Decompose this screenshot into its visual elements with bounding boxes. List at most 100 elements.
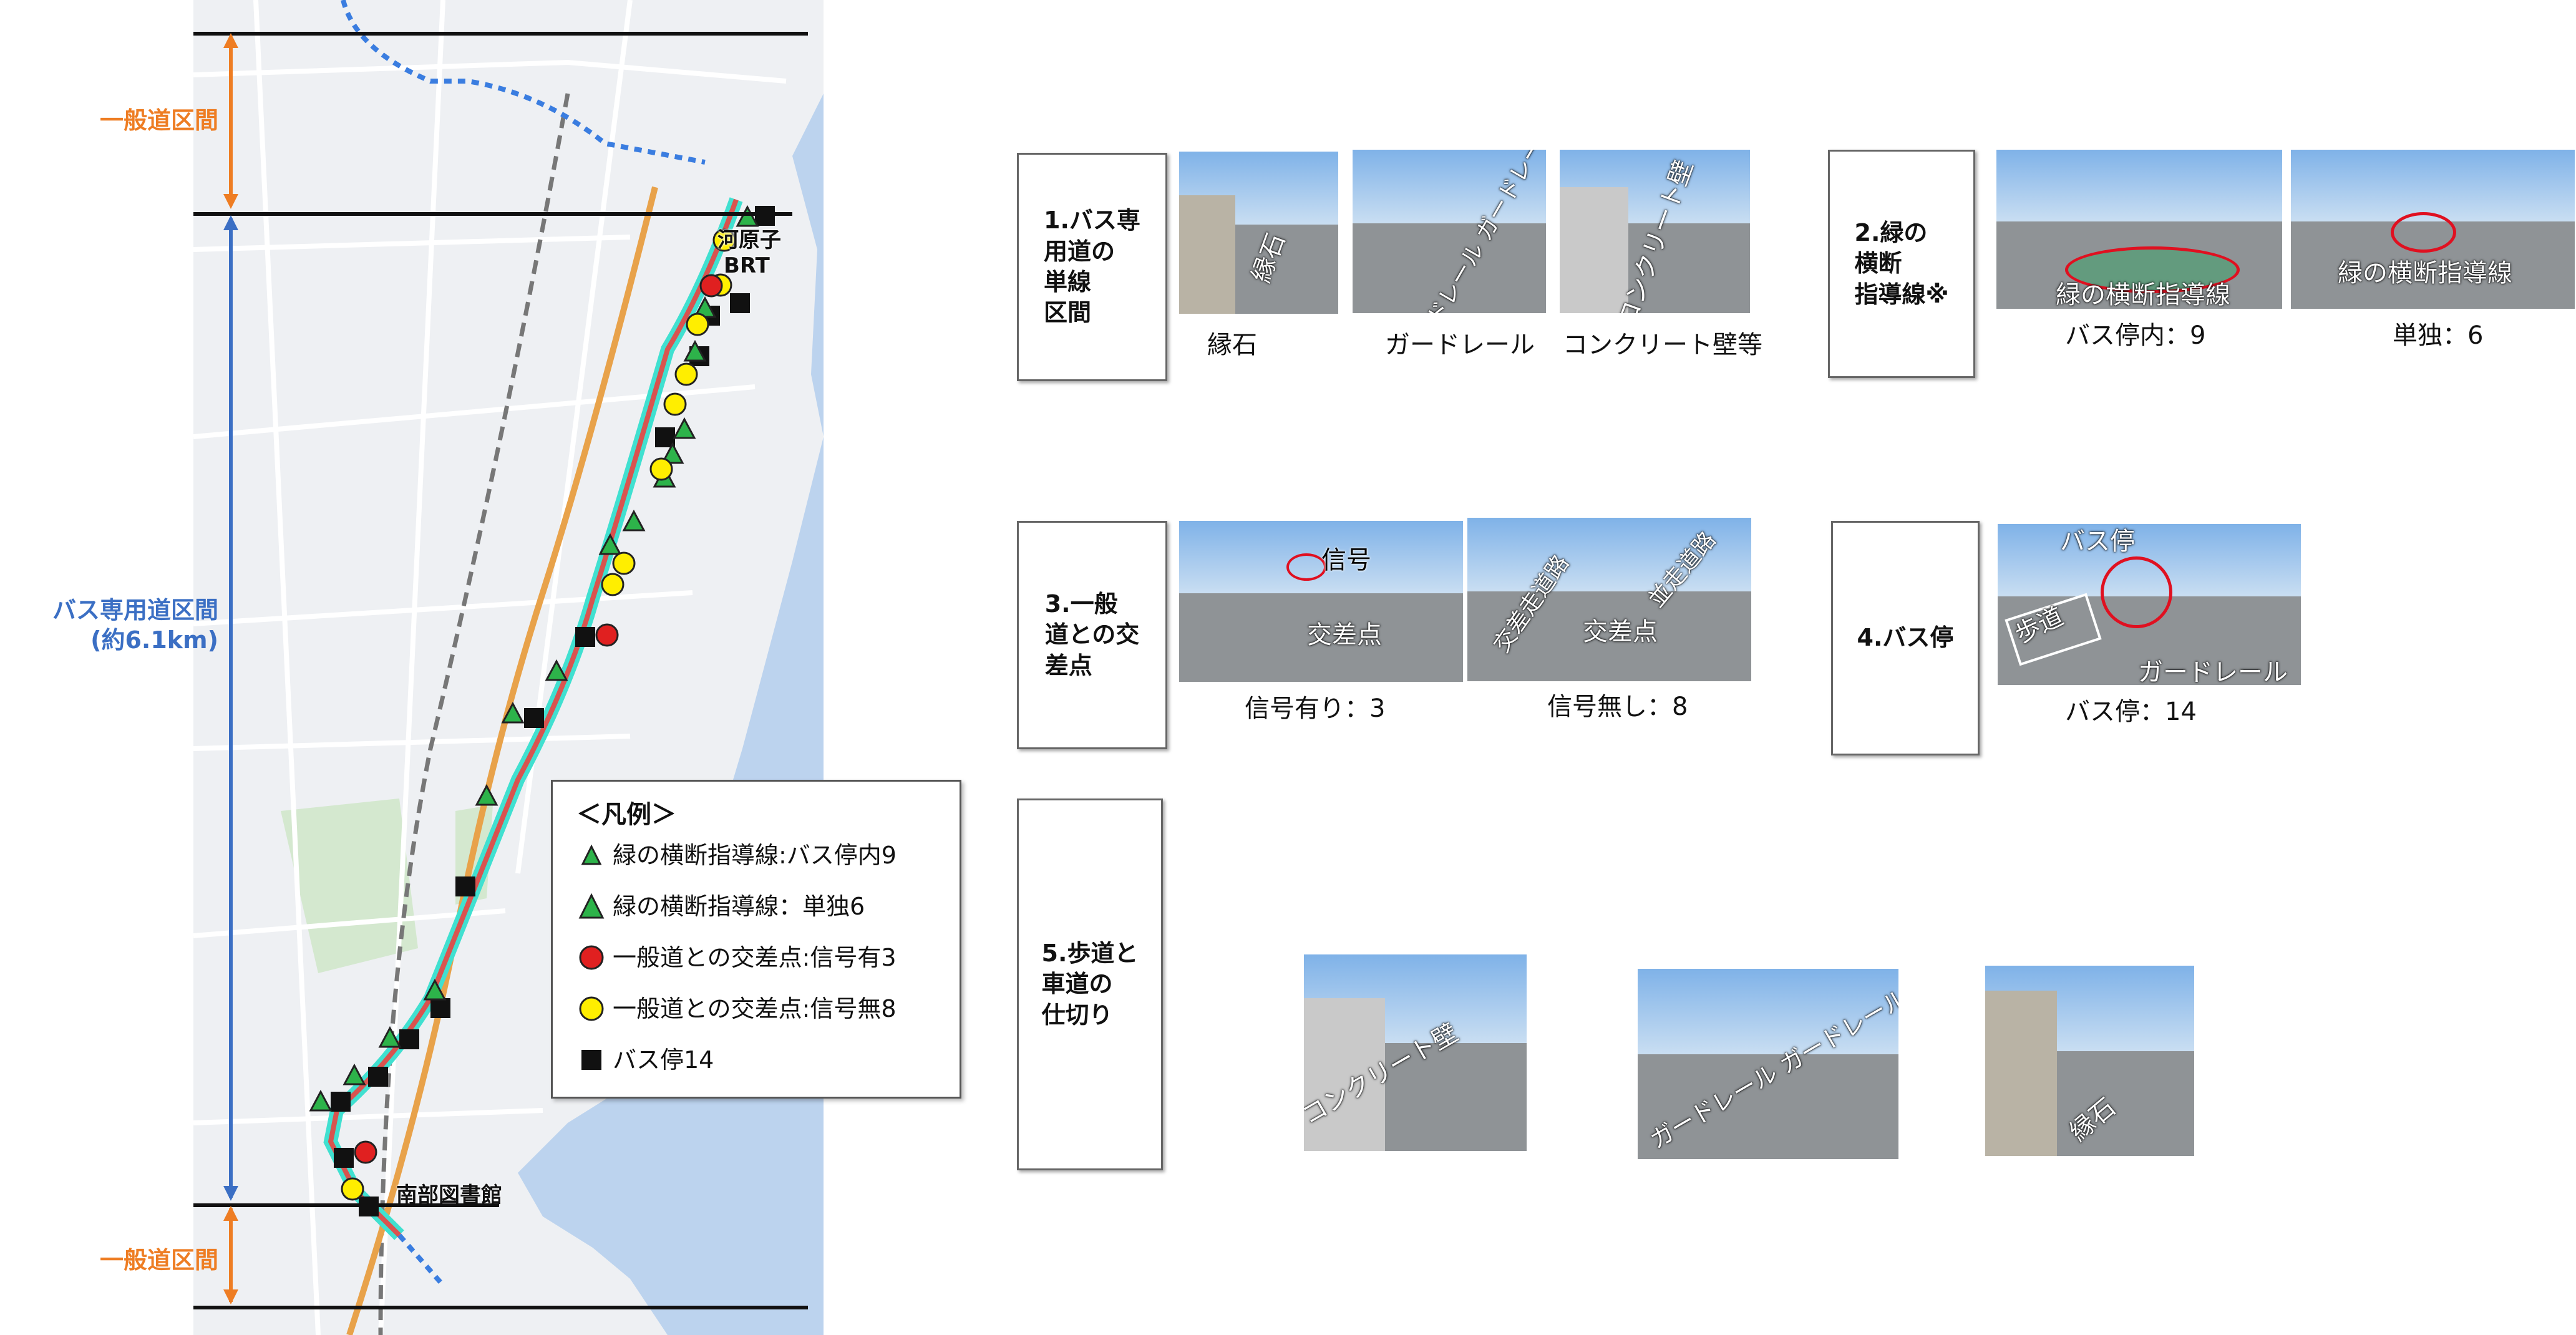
photo-overlay-text: ガードレール xyxy=(2138,658,2288,685)
bus-stop-marker xyxy=(755,206,775,226)
bus-stop-marker xyxy=(331,1092,351,1112)
triangle-marker xyxy=(309,1089,333,1112)
title-line: 道との交 xyxy=(1044,621,1140,649)
caption-signal-intersection: 信号有り：3 xyxy=(1245,694,1386,723)
triangle-marker xyxy=(736,205,759,227)
section-label-general-bottom: 一般道区間 xyxy=(99,1246,218,1274)
photo-partition-concrete: コンクリート壁 xyxy=(1304,954,1527,1151)
photo-crosswalk-standalone: 緑の横断指導線 xyxy=(2291,150,2575,309)
section-3-title: 3.一般 道との交 差点 xyxy=(1017,521,1167,749)
bus-stop-marker xyxy=(730,293,750,313)
route-map: 河原子 BRT 南部図書館 xyxy=(193,0,824,1335)
title-line: 2.緑の xyxy=(1854,218,1928,246)
title-line: 車道の xyxy=(1041,970,1113,998)
bus-stop-marker xyxy=(334,1148,354,1168)
legend-label: 一般道との交差点:信号有3 xyxy=(613,944,897,971)
title-line: 単線 xyxy=(1044,268,1092,296)
yellow-marker xyxy=(612,551,636,575)
legend-item-crosswalk-in-stop: 緑の横断指導線:バス停内9 xyxy=(576,837,897,874)
red-marker xyxy=(354,1140,377,1164)
yellow-circle-icon xyxy=(579,996,604,1021)
caption-guardrail: ガードレール xyxy=(1385,331,1535,359)
section-arrows xyxy=(223,33,238,1304)
triangle-marker xyxy=(378,1026,402,1048)
legend-label: バス停14 xyxy=(613,1046,714,1074)
north-station-brt: BRT xyxy=(724,253,770,278)
yellow-marker xyxy=(649,457,673,481)
caption-curb: 縁石 xyxy=(1207,331,1257,359)
section-2-title: 2.緑の 横断 指導線※ xyxy=(1828,150,1975,378)
bus-stop-marker xyxy=(524,708,544,728)
photo-overlay-text: 緑の横断指導線 xyxy=(2056,281,2230,309)
legend-title: ＜凡例＞ xyxy=(576,800,676,829)
section-5-title: 5.歩道と 車道の 仕切り xyxy=(1017,799,1163,1170)
title-line: 指導線※ xyxy=(1854,280,1949,308)
triangle-marker xyxy=(423,978,447,1001)
caption-bus-stop: バス停：14 xyxy=(2065,697,2197,726)
title-line: 横断 xyxy=(1854,250,1902,278)
north-station-name: 河原子 xyxy=(717,228,781,253)
photo-overlay-text: 緑の横断指導線 xyxy=(2338,259,2512,288)
title-line: 差点 xyxy=(1044,651,1092,679)
photo-partition-curb: 縁石 xyxy=(1985,966,2194,1156)
north-station-label: 河原子 BRT xyxy=(717,228,781,279)
section-1-title: 1.バス専 用道の 単線 区間 xyxy=(1017,153,1167,381)
triangle-marker xyxy=(622,509,646,532)
black-square-icon xyxy=(581,1050,601,1070)
boundary-line-top xyxy=(193,32,808,36)
yellow-marker xyxy=(601,573,625,596)
legend-label: 緑の横断指導線:バス停内9 xyxy=(613,842,897,869)
legend-item-bus-stop: バス停14 xyxy=(576,1041,714,1079)
green-triangle-small-icon xyxy=(581,844,602,865)
photo-overlay-text: 交差点 xyxy=(1307,621,1382,649)
caption-no-signal-intersection: 信号無し：8 xyxy=(1547,692,1688,721)
bus-stop-marker xyxy=(430,998,450,1018)
title-line: 区間 xyxy=(1044,299,1092,327)
yellow-marker xyxy=(686,313,709,336)
busway-label-line1: バス専用道区間 xyxy=(52,596,218,624)
section-label-busway: バス専用道区間 (約6.1km) xyxy=(12,596,218,655)
yellow-marker xyxy=(674,362,698,386)
title-line: 用道の xyxy=(1044,237,1115,265)
map-legend: ＜凡例＞ 緑の横断指導線:バス停内9 緑の横断指導線：単独6 一般道との交差点:… xyxy=(551,780,961,1099)
red-circle-icon xyxy=(579,945,604,970)
triangle-marker xyxy=(598,533,622,555)
caption-crosswalk-standalone: 単独：6 xyxy=(2393,321,2484,350)
title-line: 4.バス停 xyxy=(1857,624,1954,652)
title-line: 1.バス専 xyxy=(1044,206,1140,235)
marker-layer xyxy=(309,205,775,1216)
bus-stop-marker xyxy=(368,1067,388,1087)
section-label-general-top: 一般道区間 xyxy=(99,107,218,134)
title-line: 5.歩道と xyxy=(1041,939,1139,967)
photo-curb: 縁石 xyxy=(1179,152,1338,314)
section-4-title: 4.バス停 xyxy=(1831,521,1980,755)
caption-concrete-wall: コンクリート壁等 xyxy=(1563,331,1762,359)
triangle-marker xyxy=(475,784,498,806)
legend-item-crosswalk-standalone: 緑の横断指導線：単独6 xyxy=(576,888,865,925)
photo-crosswalk-in-stop: 緑の横断指導線 xyxy=(1996,150,2282,309)
bus-stop-marker xyxy=(455,876,475,896)
triangle-marker xyxy=(545,659,568,681)
title-line: 3.一般 xyxy=(1044,590,1118,618)
triangle-marker xyxy=(673,417,696,439)
photo-signal-intersection: 信号 交差点 xyxy=(1179,521,1463,682)
legend-item-signal-intersection: 一般道との交差点:信号有3 xyxy=(576,939,897,976)
photo-no-signal-intersection: 交差走道路 並走道路 交差点 xyxy=(1467,518,1751,681)
photo-partition-guardrail: ガードレール ガードレール xyxy=(1638,969,1898,1159)
photo-guardrail: ガードレール ガードレール xyxy=(1353,150,1546,313)
triangle-marker xyxy=(501,701,525,724)
legend-label: 緑の横断指導線：単独6 xyxy=(613,893,865,920)
yellow-marker xyxy=(663,392,687,416)
photo-concrete-wall: コンクリート壁 xyxy=(1560,150,1750,313)
title-line: 仕切り xyxy=(1041,1001,1113,1029)
bus-stop-marker xyxy=(575,627,595,647)
photo-overlay-text: バス停 xyxy=(2060,527,2135,556)
caption-crosswalk-in-stop: バス停内：9 xyxy=(2065,321,2206,350)
busway-label-line2: (約6.1km) xyxy=(90,626,218,654)
red-marker xyxy=(595,623,619,647)
yellow-marker xyxy=(341,1177,364,1201)
legend-label: 一般道との交差点:信号無8 xyxy=(613,995,897,1022)
triangle-marker xyxy=(343,1063,366,1085)
bus-stop-marker xyxy=(399,1029,419,1049)
photo-overlay-text: 交差点 xyxy=(1583,618,1658,646)
